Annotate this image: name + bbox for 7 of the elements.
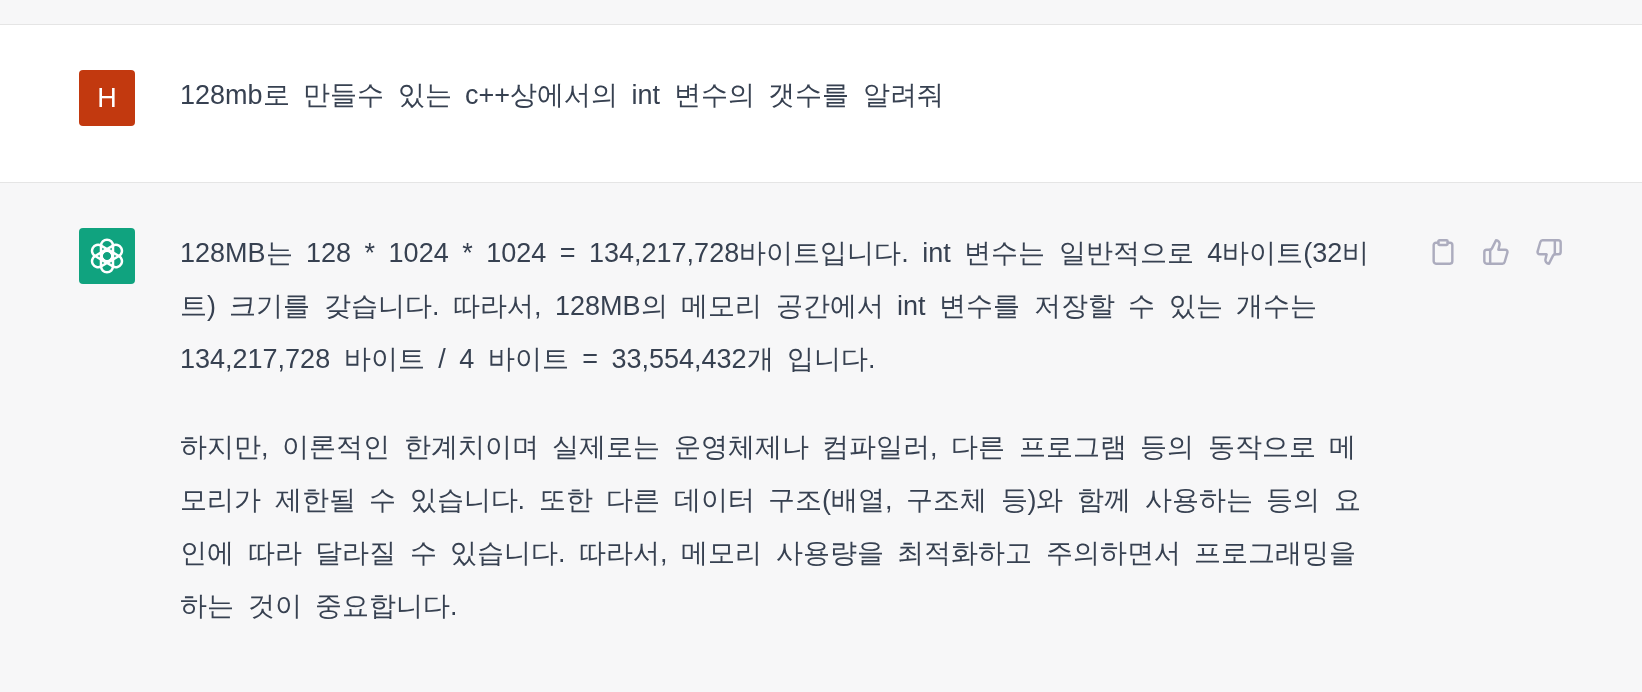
answer-paragraph: 하지만, 이론적인 한계치이며 실제로는 운영체제나 컴파일러, 다른 프로그램 등의 동작으로 메 모리가 제한될 수 있습니다. 또한 다른 데이터 구조(배열, 구조체 등)와 함께 사용하는 등의 요 인에 따라 달라질 수 있습니다. 따라서, 메모리 사용량을 최적화하고 주의하면서 프로그래밍을 하는 것이 중요합니다. <box>180 431 1362 623</box>
clipboard-icon[interactable] <box>1429 238 1457 266</box>
thumbs-up-icon[interactable] <box>1482 238 1510 266</box>
answer-paragraph: 128MB는 128 * 1024 * 1024 = 134,217,728바이트입니다. int 변수는 일반적으로 4바이트(32비 트) 크기를 갖습니다. 따라서, 128MB의 메모리 공간에서 int 변수를 저장할 수 있는 개수는 134,217,728 바이트 / 4 바이트 = 33,554,432개 입니다. <box>180 237 1371 376</box>
user-avatar: H <box>79 70 135 126</box>
thumbs-down-icon[interactable] <box>1535 238 1563 266</box>
question-text: 128mb로 만들수 있는 c++상에서의 int 변수의 갯수를 알려줘 <box>180 79 945 112</box>
